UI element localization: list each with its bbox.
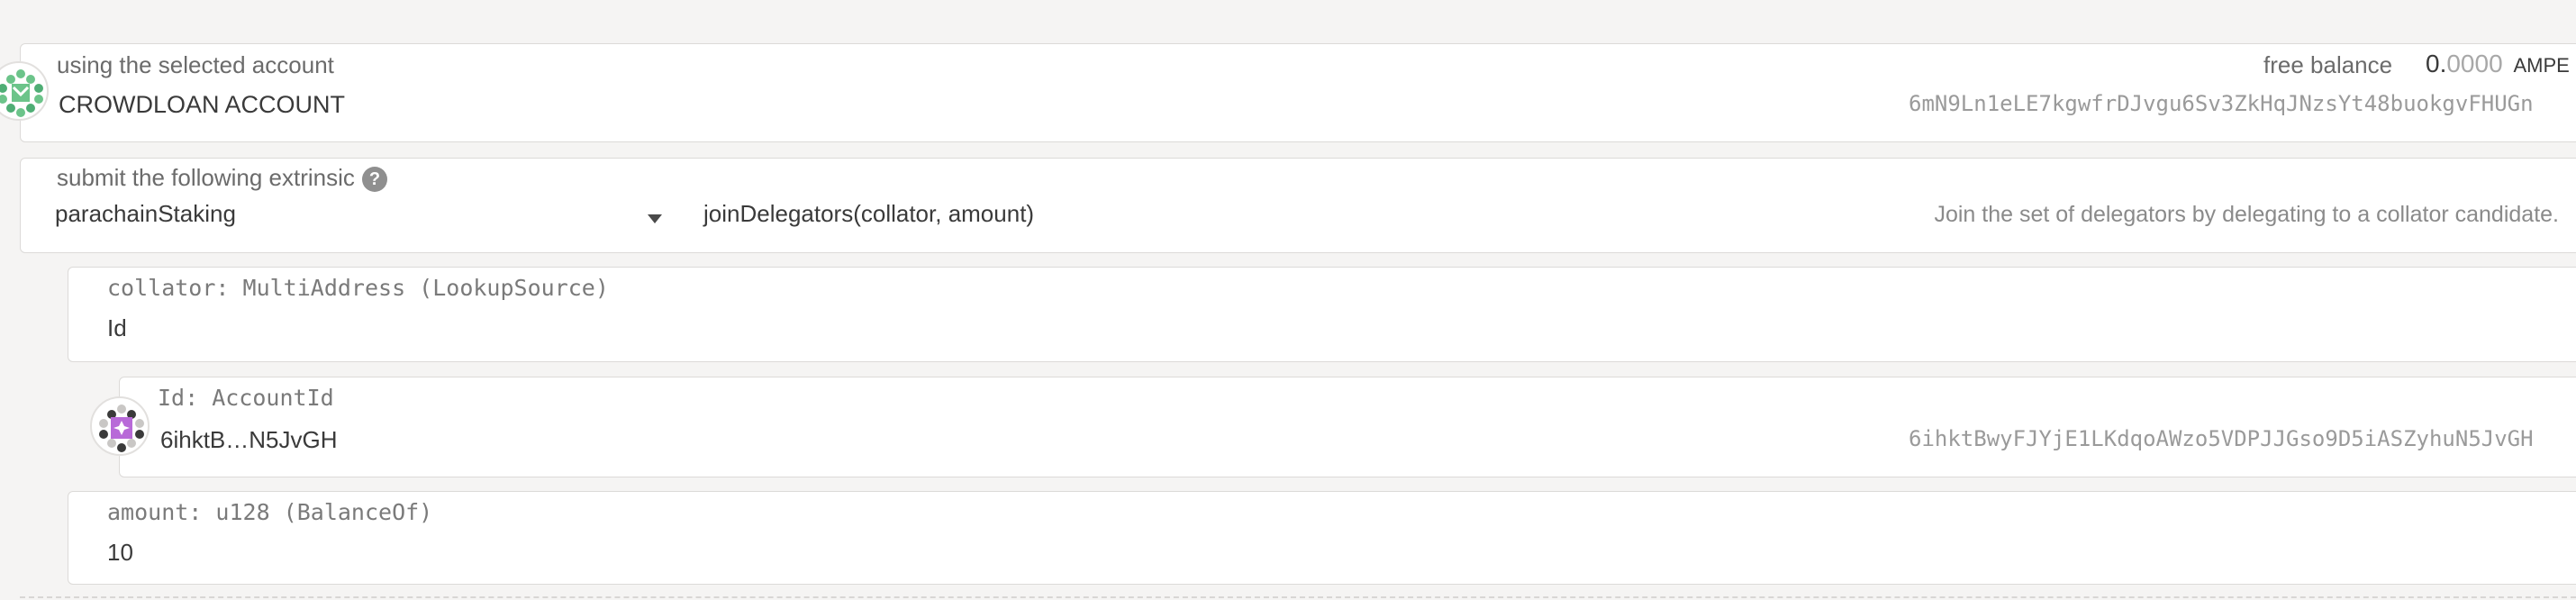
free-balance-value: 0.0000 AMPE: [2426, 50, 2570, 78]
chevron-down-icon: [648, 214, 662, 223]
extrinsic-selector: submit the following extrinsic? parachai…: [20, 158, 2576, 253]
method-value: joinDelegators(collator, amount): [703, 200, 1035, 227]
extrinsic-label: submit the following extrinsic?: [57, 164, 387, 192]
account-id-identicon: [90, 396, 150, 456]
account-id-param[interactable]: Id: AccountId 6ihktB…N5JvGH 6ihktBwyFJYj…: [119, 377, 2576, 477]
balance-fraction: 0000: [2446, 50, 2503, 77]
method-description: Join the set of delegators by delegating…: [1934, 202, 2559, 227]
section-value: parachainStaking: [55, 200, 236, 227]
amount-param[interactable]: amount: u128 (BalanceOf) 10: [68, 491, 2576, 585]
extrinsic-label-text: submit the following extrinsic: [57, 164, 355, 191]
account-selector[interactable]: using the selected account CROWDLOAN ACC…: [20, 43, 2576, 142]
section-divider: [20, 596, 2576, 598]
account-name: CROWDLOAN ACCOUNT: [59, 91, 346, 118]
help-icon[interactable]: ?: [361, 167, 387, 192]
account-label: using the selected account: [57, 51, 334, 78]
account-address: 6mN9Ln1eLE7kgwfrDJvgu6Sv3ZkHqJNzsYt48buo…: [1909, 91, 2534, 116]
section-dropdown[interactable]: parachainStaking: [55, 198, 676, 243]
collator-value: Id: [107, 314, 127, 341]
account-id-address: 6ihktBwyFJYjE1LKdqoAWzo5VDPJJGso9D5iASZy…: [1909, 426, 2534, 451]
account-id-label: Id: AccountId: [158, 385, 334, 411]
collator-label: collator: MultiAddress (LookupSource): [107, 275, 609, 301]
account-id-short: 6ihktB…N5JvGH: [160, 426, 338, 453]
amount-label: amount: u128 (BalanceOf): [107, 499, 433, 525]
amount-value: 10: [107, 539, 133, 566]
method-dropdown[interactable]: joinDelegators(collator, amount) Join th…: [703, 198, 2559, 243]
balance-integer: 0.: [2426, 50, 2447, 77]
free-balance-label: free balance: [2263, 51, 2393, 78]
collator-param[interactable]: collator: MultiAddress (LookupSource) Id: [68, 267, 2576, 362]
balance-unit: AMPE: [2513, 54, 2570, 77]
